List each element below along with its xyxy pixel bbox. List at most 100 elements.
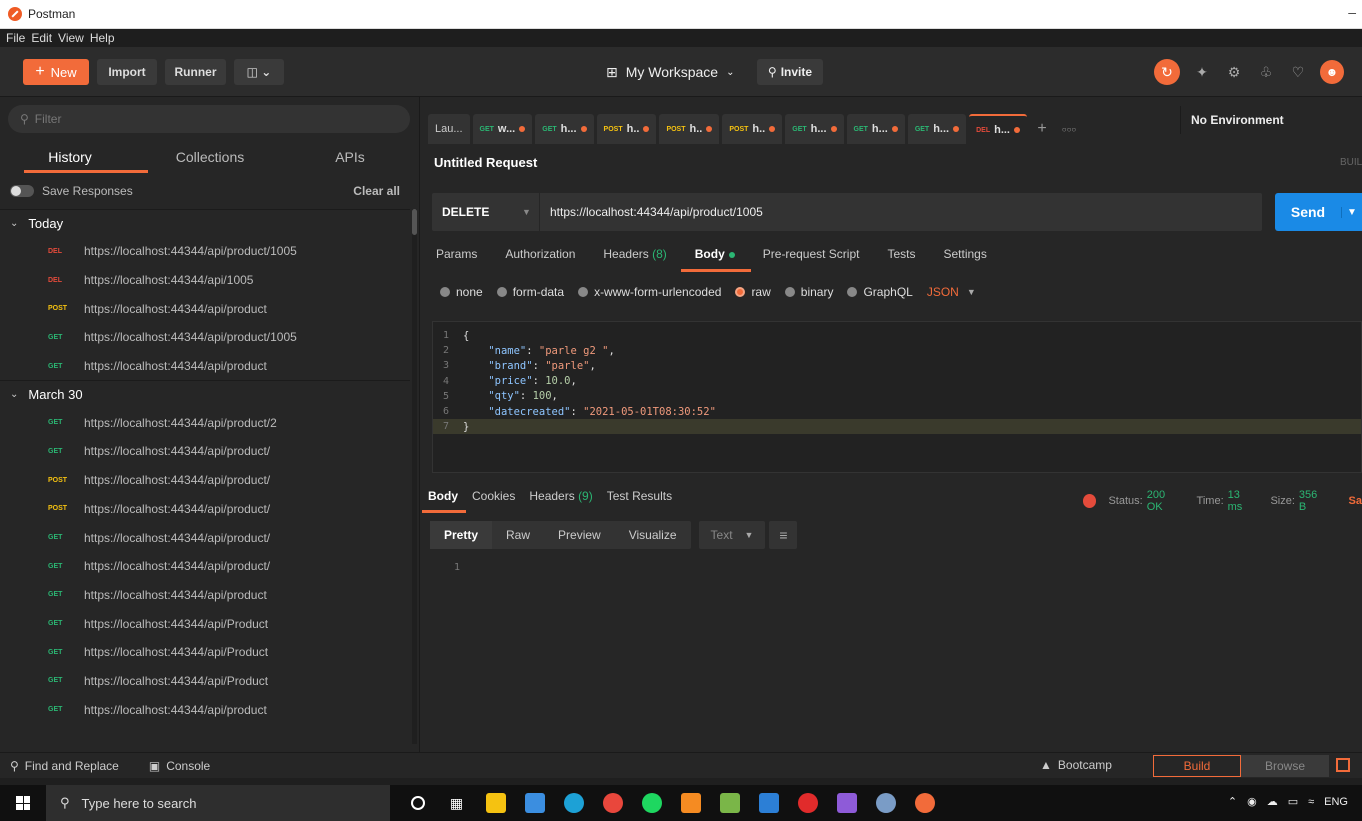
url-input[interactable] bbox=[540, 205, 1262, 219]
history-item[interactable]: GET https://localhost:44344/api/product/ bbox=[0, 437, 410, 466]
body-type-option[interactable]: GraphQL bbox=[847, 285, 913, 299]
resp-tab-headers[interactable]: Headers (9) bbox=[529, 489, 592, 511]
request-tab[interactable]: POST h.. bbox=[596, 114, 657, 144]
request-tab[interactable]: GET h... bbox=[785, 114, 844, 144]
runner-button[interactable]: Runner bbox=[165, 59, 226, 85]
filter-input[interactable] bbox=[34, 112, 375, 126]
request-tab[interactable]: POST h.. bbox=[722, 114, 783, 144]
gear-icon[interactable]: ⚙ bbox=[1224, 62, 1244, 82]
time-value[interactable]: 13 ms bbox=[1228, 489, 1257, 513]
history-group-header[interactable]: ⌄ Today bbox=[0, 209, 410, 237]
more-tabs-icon[interactable]: ○○○ bbox=[1057, 114, 1081, 144]
chevron-up-icon[interactable]: ⌃ bbox=[1228, 795, 1237, 808]
wrap-lines-icon[interactable]: ≡ bbox=[769, 521, 798, 549]
tab-tests[interactable]: Tests bbox=[887, 247, 915, 271]
body-type-option[interactable]: x-www-form-urlencoded bbox=[578, 285, 721, 299]
globe-icon[interactable] bbox=[1083, 494, 1097, 508]
tab-authorization[interactable]: Authorization bbox=[505, 247, 575, 271]
find-replace-button[interactable]: ⚲ Find and Replace bbox=[10, 759, 119, 773]
body-editor[interactable]: 1{2 "name": "parle g2 ", 3 "brand": "parl… bbox=[432, 321, 1362, 473]
caret-down-icon[interactable]: ▼ bbox=[967, 287, 976, 297]
windows-start-icon[interactable] bbox=[0, 785, 46, 821]
new-button[interactable]: + New bbox=[23, 59, 89, 85]
menu-help[interactable]: Help bbox=[90, 31, 115, 45]
new-tab-plus-icon[interactable]: + bbox=[1030, 114, 1054, 144]
radio-icon[interactable] bbox=[440, 287, 450, 297]
resp-tab-cookies[interactable]: Cookies bbox=[472, 489, 515, 511]
history-item[interactable]: DEL https://localhost:44344/api/product/1… bbox=[0, 237, 410, 266]
postman-taskbar-icon[interactable] bbox=[905, 785, 944, 821]
request-title[interactable]: Untitled Request bbox=[434, 155, 537, 170]
cloud-icon[interactable]: ☁ bbox=[1267, 795, 1278, 808]
history-item[interactable]: POST https://localhost:44344/api/product/ bbox=[0, 466, 410, 495]
task-view-icon[interactable]: ▦ bbox=[437, 785, 476, 821]
file-explorer-icon[interactable] bbox=[476, 785, 515, 821]
send-button[interactable]: Send ▼ bbox=[1275, 193, 1362, 231]
resp-tab-test-results[interactable]: Test Results bbox=[607, 489, 672, 511]
request-tab[interactable]: GET w... bbox=[472, 114, 533, 144]
tab-prerequest[interactable]: Pre-request Script bbox=[763, 247, 860, 271]
tab-headers[interactable]: Headers (8) bbox=[603, 247, 666, 271]
cortana-icon[interactable] bbox=[398, 785, 437, 821]
format-select[interactable]: Text ▼ bbox=[698, 521, 766, 549]
store-icon[interactable] bbox=[515, 785, 554, 821]
display-icon[interactable]: ▭ bbox=[1288, 795, 1298, 808]
workspace-selector[interactable]: ⊞ My Workspace ⌄ bbox=[606, 61, 734, 83]
body-type-option[interactable]: raw bbox=[735, 285, 771, 299]
avatar[interactable]: ☻ bbox=[1320, 60, 1344, 84]
two-pane-icon[interactable] bbox=[1336, 758, 1350, 772]
radio-icon[interactable] bbox=[496, 287, 507, 297]
request-tab[interactable]: Lau... bbox=[428, 114, 470, 144]
radio-icon[interactable] bbox=[847, 287, 858, 297]
request-tab[interactable]: DEL h... bbox=[969, 114, 1027, 144]
request-tab[interactable]: GET h... bbox=[535, 114, 594, 144]
format-json-select[interactable]: JSON bbox=[927, 285, 959, 299]
history-item[interactable]: GET https://localhost:44344/api/product/2 bbox=[0, 408, 410, 437]
history-item[interactable]: GET https://localhost:44344/api/Product bbox=[0, 667, 410, 696]
history-item[interactable]: DEL https://localhost:44344/api/1005 bbox=[0, 266, 410, 295]
history-item[interactable]: GET https://localhost:44344/api/Product bbox=[0, 609, 410, 638]
menu-view[interactable]: View bbox=[58, 31, 84, 45]
wifi-icon[interactable]: ≈ bbox=[1308, 796, 1314, 808]
sidebar-scrollbar[interactable] bbox=[412, 209, 417, 744]
history-item[interactable]: GET https://localhost:44344/api/product/ bbox=[0, 552, 410, 581]
paint-icon[interactable] bbox=[866, 785, 905, 821]
tiles-icon[interactable] bbox=[710, 785, 749, 821]
record-icon[interactable] bbox=[788, 785, 827, 821]
request-tab[interactable]: POST h.. bbox=[659, 114, 720, 144]
tab-body[interactable]: Body bbox=[680, 247, 751, 272]
history-group-header[interactable]: ⌄ March 30 bbox=[0, 380, 410, 408]
history-item[interactable]: POST https://localhost:44344/api/product bbox=[0, 294, 410, 323]
new-window-button[interactable]: ◫ ⌄ bbox=[234, 59, 284, 85]
request-tab[interactable]: GET h... bbox=[907, 114, 967, 144]
menu-edit[interactable]: Edit bbox=[31, 31, 52, 45]
history-item[interactable]: GET https://localhost:44344/api/product bbox=[0, 695, 410, 724]
bell-icon[interactable]: ♧ bbox=[1256, 62, 1276, 82]
request-tab[interactable]: GET h... bbox=[846, 114, 905, 144]
sublime-icon[interactable] bbox=[671, 785, 710, 821]
minimize-icon[interactable]: – bbox=[1348, 4, 1356, 20]
radio-icon[interactable] bbox=[735, 287, 746, 297]
resp-tab-body[interactable]: Body bbox=[422, 489, 466, 513]
view-mode-button[interactable]: Visualize bbox=[615, 521, 691, 549]
body-type-option[interactable]: none bbox=[440, 285, 483, 299]
edge-icon[interactable] bbox=[554, 785, 593, 821]
visual-studio-icon[interactable] bbox=[827, 785, 866, 821]
history-item[interactable]: GET https://localhost:44344/api/Product bbox=[0, 638, 410, 667]
tab-params[interactable]: Params bbox=[436, 247, 477, 271]
clear-all-button[interactable]: Clear all bbox=[353, 184, 400, 198]
history-item[interactable]: GET https://localhost:44344/api/product/ bbox=[0, 523, 410, 552]
tab-history[interactable]: History bbox=[0, 143, 148, 175]
import-button[interactable]: Import bbox=[97, 59, 157, 85]
history-item[interactable]: POST https://localhost:44344/api/product/ bbox=[0, 495, 410, 524]
save-response-button[interactable]: Sa bbox=[1349, 495, 1362, 507]
browse-button[interactable]: Browse bbox=[1241, 755, 1329, 777]
body-type-option[interactable]: binary bbox=[784, 285, 833, 299]
size-value[interactable]: 356 B bbox=[1299, 489, 1327, 513]
history-item[interactable]: GET https://localhost:44344/api/product bbox=[0, 581, 410, 610]
tab-collections[interactable]: Collections bbox=[140, 143, 280, 175]
language-indicator[interactable]: ENG bbox=[1324, 796, 1348, 808]
console-button[interactable]: ▣ Console bbox=[149, 759, 210, 773]
save-responses-toggle[interactable] bbox=[10, 185, 34, 197]
vscode-icon[interactable] bbox=[749, 785, 788, 821]
